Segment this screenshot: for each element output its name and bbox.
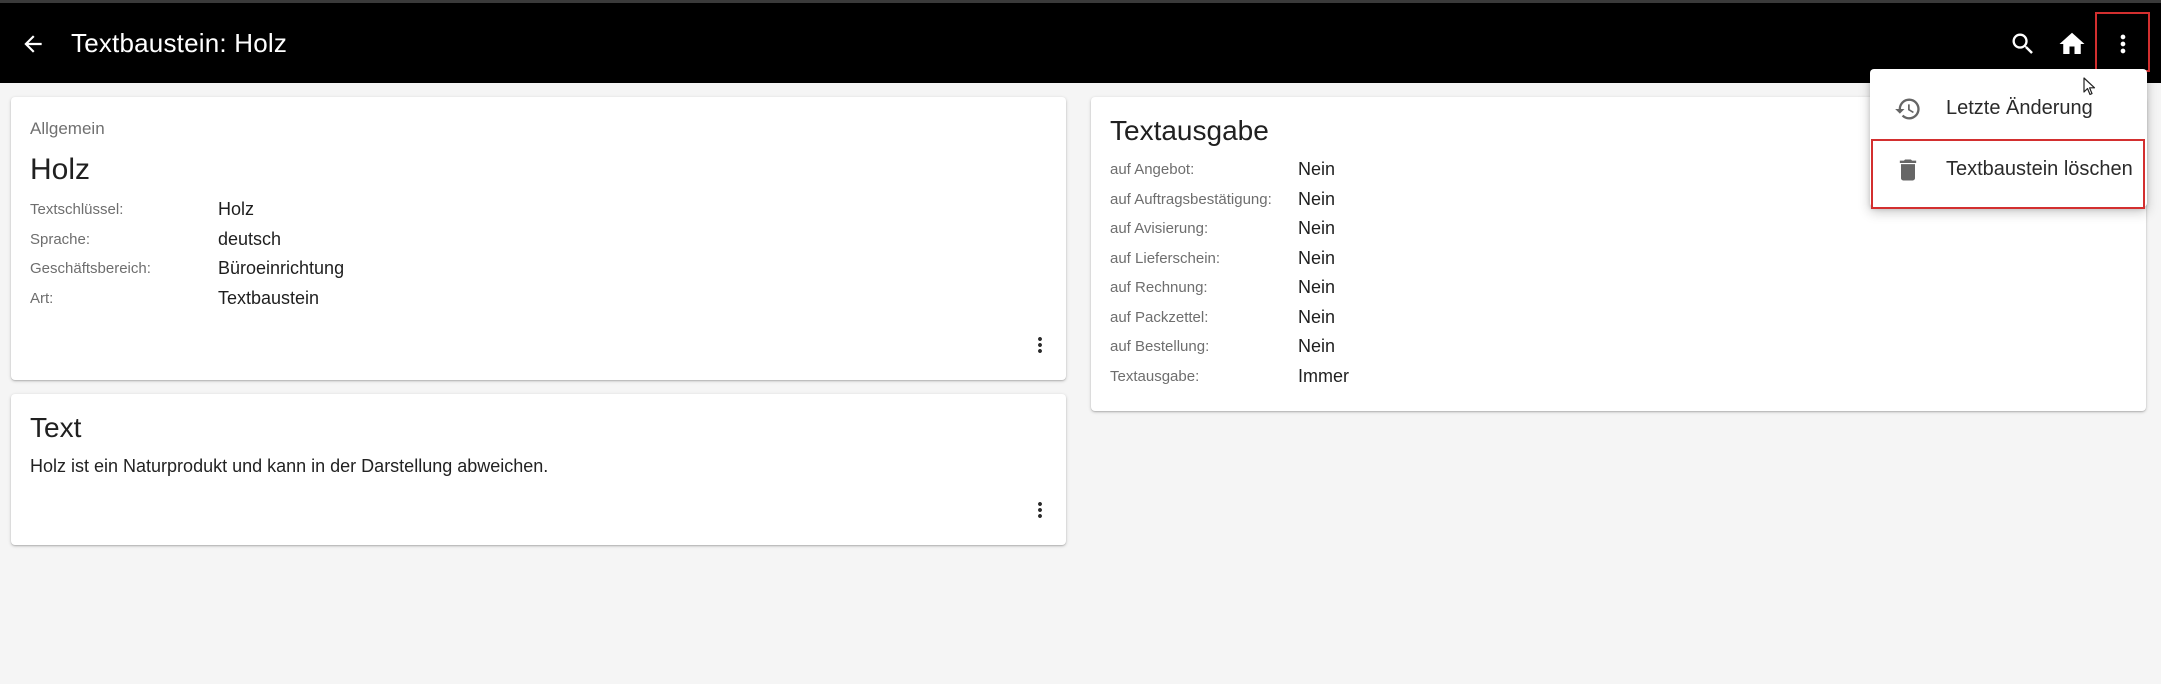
field-row: auf Auftragsbestätigung: Nein [1110, 185, 1349, 215]
field-row: Art: Textbaustein [30, 284, 344, 314]
history-icon [1894, 95, 1922, 123]
field-row: auf Angebot: Nein [1110, 155, 1349, 185]
app-bar: Textbaustein: Holz [0, 0, 2161, 83]
field-row: Sprache: deutsch [30, 225, 344, 255]
field-label: auf Bestellung: [1110, 338, 1210, 356]
home-button[interactable] [2056, 28, 2088, 60]
field-value: Nein [1298, 218, 1336, 239]
field-value: Holz [218, 199, 255, 220]
more-button-highlight [2095, 12, 2150, 72]
home-icon [2059, 32, 2085, 54]
field-value: Textbaustein [218, 287, 320, 308]
field-label: auf Packzettel: [1110, 308, 1209, 326]
field-value: deutsch [218, 228, 282, 249]
field-label: auf Angebot: [1110, 161, 1195, 179]
field-value: Büroeinrichtung [218, 258, 345, 279]
mouse-cursor-icon [2083, 77, 2096, 96]
field-row: Textschlüssel: Holz [30, 195, 344, 225]
field-value: Nein [1298, 247, 1336, 268]
field-row: auf Avisierung: Nein [1110, 214, 1349, 244]
field-label: auf Lieferschein: [1110, 249, 1221, 267]
field-label: auf Rechnung: [1110, 279, 1208, 297]
search-button[interactable] [2007, 28, 2039, 60]
search-icon [2012, 33, 2033, 54]
field-label: auf Avisierung: [1110, 220, 1209, 238]
field-label: Textausgabe: [1110, 367, 1200, 385]
field-label: Sprache: [30, 230, 91, 248]
card-title: Holz [30, 153, 91, 186]
card-title: Textausgabe [1110, 115, 1269, 146]
field-value: Nein [1298, 277, 1336, 298]
back-button[interactable] [18, 29, 48, 59]
card-overline: Allgemein [30, 119, 105, 138]
text-card: Text Holz ist ein Naturprodukt und kann … [11, 394, 1066, 545]
field-row: auf Lieferschein: Nein [1110, 244, 1349, 274]
menu-item-last-change[interactable]: Letzte Änderung [1870, 78, 2147, 139]
field-row: auf Rechnung: Nein [1110, 273, 1349, 303]
text-card-more-button[interactable] [1028, 498, 1052, 522]
more-vertical-icon [1038, 337, 1042, 353]
general-card: Allgemein Holz Textschlüssel: Holz Sprach… [11, 97, 1066, 380]
field-value: Immer [1298, 365, 1349, 386]
field-row: Geschäftsbereich: Büroeinrichtung [30, 254, 344, 284]
field-label: Geschäftsbereich: [30, 260, 151, 278]
more-vertical-icon [1038, 502, 1042, 518]
field-value: Nein [1298, 306, 1336, 327]
field-row: Textausgabe: Immer [1110, 362, 1349, 392]
field-row: auf Packzettel: Nein [1110, 303, 1349, 333]
field-row: auf Bestellung: Nein [1110, 332, 1349, 362]
field-label: Textschlüssel: [30, 201, 124, 219]
output-fields: auf Angebot: Nein auf Auftragsbestätigung… [1110, 155, 1349, 391]
text-content: Holz ist ein Naturprodukt und kann in de… [30, 456, 549, 476]
field-value: Nein [1298, 336, 1336, 357]
general-card-more-button[interactable] [1028, 333, 1052, 357]
field-label: Art: [30, 289, 54, 307]
field-value: Nein [1298, 159, 1336, 180]
card-title: Text [30, 412, 82, 443]
arrow-left-icon [24, 35, 42, 53]
field-value: Nein [1298, 188, 1336, 209]
menu-item-label: Letzte Änderung [1946, 97, 2093, 119]
general-fields: Textschlüssel: Holz Sprache: deutsch Gesch… [30, 195, 344, 313]
delete-item-highlight [1871, 139, 2145, 209]
page-title: Textbaustein: Holz [71, 28, 288, 58]
field-label: auf Auftragsbestätigung: [1110, 190, 1272, 208]
